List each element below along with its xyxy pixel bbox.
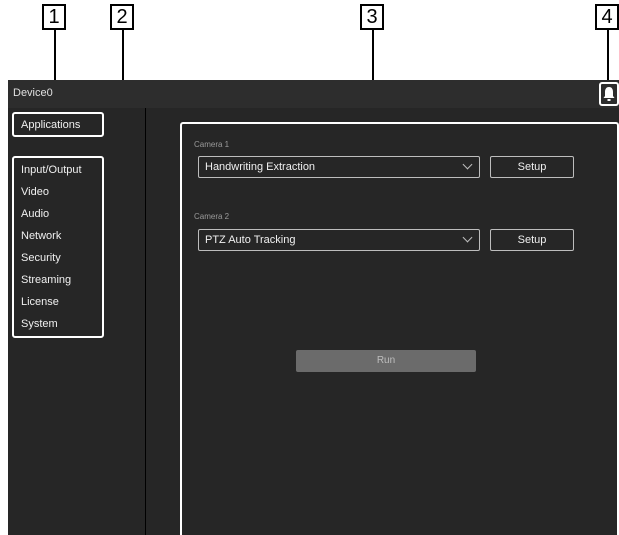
notification-button[interactable]	[599, 82, 619, 106]
bell-icon	[603, 87, 615, 101]
titlebar: Device0	[8, 80, 619, 108]
sidebar-item-applications[interactable]: Applications	[12, 112, 104, 137]
sidebar-item-security[interactable]: Security	[21, 252, 61, 264]
callout-1: 1	[42, 4, 66, 30]
camera1-label: Camera 1	[194, 140, 230, 149]
sidebar-item-license[interactable]: License	[21, 296, 59, 308]
applications-panel: Camera 1 Handwriting Extraction Setup Ca…	[180, 122, 619, 535]
run-button[interactable]: Run	[296, 350, 476, 372]
settings-menu: Input/Output Video Audio Network Securit…	[12, 156, 104, 338]
chevron-down-icon	[462, 159, 473, 170]
sidebar-item-label: Applications	[21, 119, 81, 131]
callout-2: 2	[110, 4, 134, 30]
callout-3: 3	[360, 4, 384, 30]
camera1-setup-button[interactable]: Setup	[490, 156, 574, 178]
camera1-app-select[interactable]: Handwriting Extraction	[198, 156, 480, 178]
sidebar-item-video[interactable]: Video	[21, 186, 49, 198]
sidebar-item-audio[interactable]: Audio	[21, 208, 49, 220]
chevron-down-icon	[462, 232, 473, 243]
sidebar-item-system[interactable]: System	[21, 318, 58, 330]
camera2-selected-app: PTZ Auto Tracking	[205, 234, 296, 246]
sidebar-item-input-output[interactable]: Input/Output	[21, 164, 82, 176]
device-name: Device0	[13, 87, 53, 99]
leader-line-4	[607, 30, 609, 82]
camera2-setup-button[interactable]: Setup	[490, 229, 574, 251]
sidebar-item-network[interactable]: Network	[21, 230, 61, 242]
app-window: Device0 Applications Input/Output Video …	[8, 80, 619, 535]
camera1-selected-app: Handwriting Extraction	[205, 161, 316, 173]
camera2-label: Camera 2	[194, 212, 230, 221]
camera2-app-select[interactable]: PTZ Auto Tracking	[198, 229, 480, 251]
sidebar-item-streaming[interactable]: Streaming	[21, 274, 71, 286]
callout-4: 4	[595, 4, 619, 30]
